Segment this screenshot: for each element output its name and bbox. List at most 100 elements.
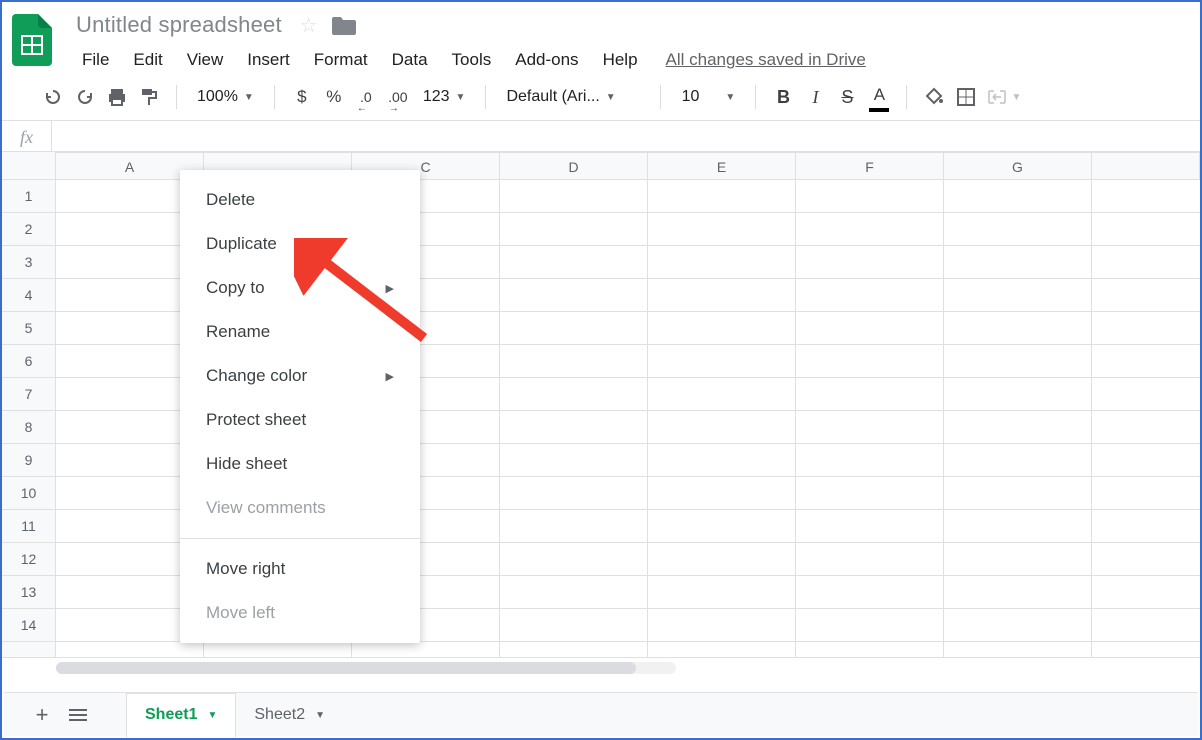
sheets-logo[interactable] [10, 10, 54, 70]
ctx-change-color[interactable]: Change color▶ [180, 354, 420, 398]
italic-button[interactable]: I [800, 82, 830, 112]
ctx-rename[interactable]: Rename [180, 310, 420, 354]
borders-button[interactable] [951, 82, 981, 112]
cell[interactable] [648, 180, 796, 213]
row-header[interactable]: 6 [2, 345, 56, 378]
menu-data[interactable]: Data [382, 46, 438, 74]
percent-button[interactable]: % [319, 82, 349, 112]
cell[interactable] [1092, 378, 1200, 411]
menu-insert[interactable]: Insert [237, 46, 300, 74]
row-header[interactable] [2, 642, 56, 658]
cell[interactable] [1092, 345, 1200, 378]
menu-format[interactable]: Format [304, 46, 378, 74]
paint-format-icon[interactable] [134, 82, 164, 112]
cell[interactable] [500, 477, 648, 510]
font-size-selector[interactable]: 10▼ [673, 88, 743, 106]
cell[interactable] [944, 543, 1092, 576]
cell[interactable] [648, 543, 796, 576]
ctx-hide-sheet[interactable]: Hide sheet [180, 442, 420, 486]
cell[interactable] [648, 477, 796, 510]
row-header[interactable]: 12 [2, 543, 56, 576]
sheet-tab-sheet2[interactable]: Sheet2 ▼ [236, 693, 343, 737]
font-selector[interactable]: Default (Ari...▼ [498, 88, 648, 106]
add-sheet-button[interactable]: + [24, 697, 60, 733]
cell[interactable] [944, 642, 1092, 658]
cell[interactable] [944, 510, 1092, 543]
cell[interactable] [796, 477, 944, 510]
column-header[interactable]: D [500, 152, 648, 180]
cell[interactable] [648, 642, 796, 658]
folder-icon[interactable] [332, 15, 356, 35]
cell[interactable] [944, 345, 1092, 378]
cell[interactable] [648, 411, 796, 444]
cell[interactable] [648, 444, 796, 477]
row-header[interactable]: 3 [2, 246, 56, 279]
all-sheets-button[interactable] [60, 697, 96, 733]
menu-edit[interactable]: Edit [123, 46, 172, 74]
bold-button[interactable]: B [768, 82, 798, 112]
cell[interactable] [944, 246, 1092, 279]
cell[interactable] [204, 642, 352, 658]
number-format-selector[interactable]: 123▼ [415, 88, 474, 106]
cell[interactable] [648, 378, 796, 411]
row-header[interactable]: 10 [2, 477, 56, 510]
cell[interactable] [56, 642, 204, 658]
cell[interactable] [500, 444, 648, 477]
cell[interactable] [500, 345, 648, 378]
cell[interactable] [648, 279, 796, 312]
cell[interactable] [944, 609, 1092, 642]
cell[interactable] [796, 444, 944, 477]
cell[interactable] [500, 180, 648, 213]
horizontal-scrollbar[interactable] [56, 662, 676, 674]
ctx-protect-sheet[interactable]: Protect sheet [180, 398, 420, 442]
text-color-button[interactable]: A [864, 82, 894, 112]
cell[interactable] [500, 312, 648, 345]
cell[interactable] [796, 279, 944, 312]
cell[interactable] [1092, 510, 1200, 543]
strikethrough-button[interactable]: S [832, 82, 862, 112]
column-header[interactable]: F [796, 152, 944, 180]
print-icon[interactable] [102, 82, 132, 112]
fill-color-button[interactable] [919, 82, 949, 112]
cell[interactable] [500, 543, 648, 576]
ctx-copy-to[interactable]: Copy to▶ [180, 266, 420, 310]
increase-decimal-button[interactable]: .00→ [383, 82, 413, 112]
row-header[interactable]: 14 [2, 609, 56, 642]
row-header[interactable]: 9 [2, 444, 56, 477]
scrollbar-thumb[interactable] [56, 662, 636, 674]
cell[interactable] [1092, 576, 1200, 609]
save-status[interactable]: All changes saved in Drive [666, 46, 866, 74]
cell[interactable] [500, 411, 648, 444]
formula-input[interactable] [52, 121, 1200, 151]
cell[interactable] [796, 609, 944, 642]
cell[interactable] [500, 510, 648, 543]
cell[interactable] [500, 246, 648, 279]
cell[interactable] [648, 345, 796, 378]
menu-file[interactable]: File [72, 46, 119, 74]
column-header[interactable] [1092, 152, 1200, 180]
cell[interactable] [648, 213, 796, 246]
cell[interactable] [796, 345, 944, 378]
cell[interactable] [796, 411, 944, 444]
cell[interactable] [648, 609, 796, 642]
cell[interactable] [648, 576, 796, 609]
redo-icon[interactable] [70, 82, 100, 112]
row-header[interactable]: 11 [2, 510, 56, 543]
cell[interactable] [1092, 609, 1200, 642]
cell[interactable] [944, 279, 1092, 312]
cell[interactable] [500, 213, 648, 246]
cell[interactable] [796, 378, 944, 411]
cell[interactable] [944, 411, 1092, 444]
cell[interactable] [796, 312, 944, 345]
cell[interactable] [1092, 180, 1200, 213]
cell[interactable] [796, 213, 944, 246]
cell[interactable] [648, 312, 796, 345]
cell[interactable] [1092, 642, 1200, 658]
document-title[interactable]: Untitled spreadsheet [72, 10, 286, 40]
cell[interactable] [796, 642, 944, 658]
ctx-move-right[interactable]: Move right [180, 547, 420, 591]
cell[interactable] [944, 444, 1092, 477]
cell[interactable] [1092, 312, 1200, 345]
merge-cells-button[interactable]: ▼ [983, 82, 1025, 112]
cell[interactable] [500, 642, 648, 658]
